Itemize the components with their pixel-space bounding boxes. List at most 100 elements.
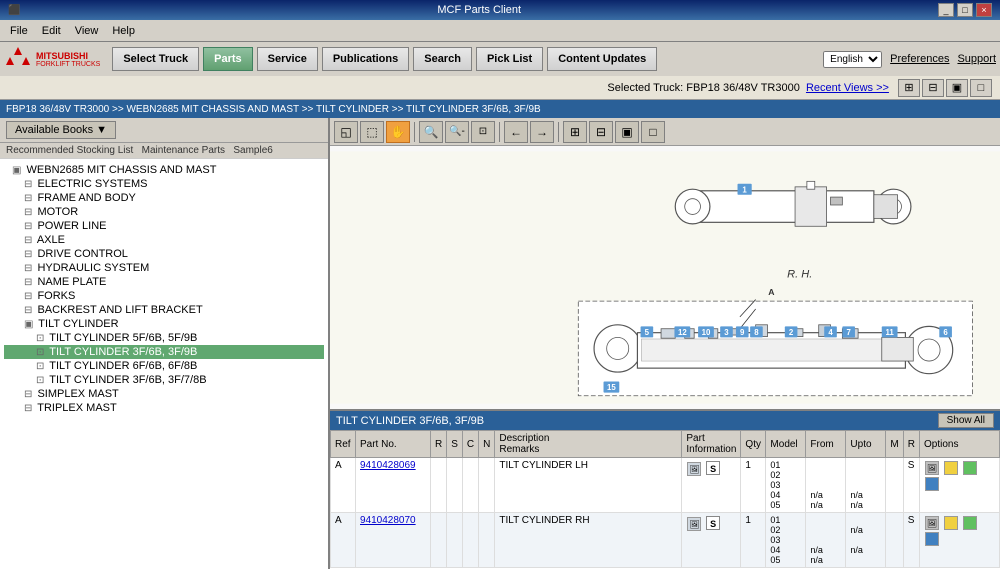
- option-green-btn[interactable]: [963, 516, 977, 530]
- diag-zoom-fit-btn[interactable]: ⊡: [471, 121, 495, 143]
- tree-item-axle[interactable]: ⊟ AXLE: [4, 233, 324, 247]
- col-upto: Upto: [846, 431, 886, 458]
- diag-forward-btn[interactable]: →: [530, 121, 554, 143]
- view-btn-2[interactable]: ⊟: [922, 79, 944, 97]
- cell-options[interactable]: 🖼: [920, 458, 1000, 513]
- diag-select-btn[interactable]: ◱: [334, 121, 358, 143]
- select-truck-button[interactable]: Select Truck: [112, 47, 199, 71]
- pick-list-button[interactable]: Pick List: [476, 47, 543, 71]
- tab-maintenance[interactable]: Maintenance Parts: [142, 145, 225, 156]
- maximize-button[interactable]: □: [957, 3, 973, 17]
- option-blue-btn[interactable]: [925, 477, 939, 491]
- diag-separator-3: [558, 122, 559, 142]
- col-qty: Qty: [741, 431, 766, 458]
- diag-zoom-in-btn[interactable]: 🔍: [419, 121, 443, 143]
- tree-item-tiltcyl1[interactable]: ⊡ TILT CYLINDER 5F/6B, 5F/9B: [4, 331, 324, 345]
- tab-recommended[interactable]: Recommended Stocking List: [6, 145, 133, 156]
- part-info-s-badge[interactable]: S: [706, 516, 720, 530]
- col-s: S: [447, 431, 463, 458]
- publications-button[interactable]: Publications: [322, 47, 409, 71]
- cell-model: 0102030405: [766, 458, 806, 513]
- part-info-img-icon[interactable]: 🖼: [687, 462, 701, 476]
- cell-upto: n/an/a: [846, 513, 886, 568]
- col-partinfo: PartInformation: [682, 431, 741, 458]
- main-area: Available Books ▼ Recommended Stocking L…: [0, 118, 1000, 569]
- tree-item-powerline[interactable]: ⊟ POWER LINE: [4, 219, 324, 233]
- diagram-toolbar: ◱ ⬚ ✋ 🔍 🔍- ⊡ ← → ⊞ ⊟ ▣ □: [330, 118, 1000, 146]
- diag-hand-btn[interactable]: ✋: [386, 121, 410, 143]
- show-all-button[interactable]: Show All: [938, 413, 994, 428]
- support-link[interactable]: Support: [957, 53, 996, 65]
- cell-desc: TILT CYLINDER LH: [495, 458, 682, 513]
- cell-partno[interactable]: 9410428069: [356, 458, 431, 513]
- menu-item-help[interactable]: Help: [106, 23, 141, 39]
- tree-item-simplex[interactable]: ⊟ SIMPLEX MAST: [4, 387, 324, 401]
- tree-item-motor[interactable]: ⊟ MOTOR: [4, 205, 324, 219]
- tree-item-drive[interactable]: ⊟ DRIVE CONTROL: [4, 247, 324, 261]
- tree-item-triplex[interactable]: ⊟ TRIPLEX MAST: [4, 401, 324, 415]
- content-updates-button[interactable]: Content Updates: [547, 47, 657, 71]
- brand-name: MITSUBISHI: [36, 51, 100, 61]
- cell-partinfo[interactable]: 🖼 S: [682, 513, 741, 568]
- close-button[interactable]: ×: [976, 3, 992, 17]
- right-nav: English Preferences Support: [823, 51, 996, 68]
- tree-item-forks[interactable]: ⊟ FORKS: [4, 289, 324, 303]
- search-button[interactable]: Search: [413, 47, 472, 71]
- option-img-btn[interactable]: 🖼: [925, 461, 939, 475]
- view-btn-3[interactable]: ▣: [946, 79, 968, 97]
- cell-options[interactable]: 🖼: [920, 513, 1000, 568]
- minimize-button[interactable]: _: [938, 3, 954, 17]
- cell-upto: n/an/a: [846, 458, 886, 513]
- cell-m: [886, 513, 903, 568]
- tree-item-electric[interactable]: ⊟ ELECTRIC SYSTEMS: [4, 177, 324, 191]
- diag-separator-1: [414, 122, 415, 142]
- option-blue-btn[interactable]: [925, 532, 939, 546]
- recent-views-link[interactable]: Recent Views >>: [806, 82, 889, 94]
- tree-item-tiltcyl[interactable]: ▣ TILT CYLINDER: [4, 317, 324, 331]
- cell-from: n/an/a: [806, 513, 846, 568]
- svg-text:1: 1: [742, 185, 747, 194]
- language-select[interactable]: English: [823, 51, 882, 68]
- parts-button[interactable]: Parts: [203, 47, 253, 71]
- menu-item-edit[interactable]: Edit: [36, 23, 67, 39]
- cell-n: [479, 458, 495, 513]
- diag-back-btn[interactable]: ←: [504, 121, 528, 143]
- service-button[interactable]: Service: [257, 47, 318, 71]
- tree-item-nameplate[interactable]: ⊟ NAME PLATE: [4, 275, 324, 289]
- parts-table-container[interactable]: Ref Part No. R S C N DescriptionRemarks …: [330, 430, 1000, 569]
- view-btn-1[interactable]: ⊞: [898, 79, 920, 97]
- part-info-img-icon[interactable]: 🖼: [687, 517, 701, 531]
- available-books-button[interactable]: Available Books ▼: [6, 121, 116, 139]
- cell-partno[interactable]: 9410428070: [356, 513, 431, 568]
- tree-item-backrest[interactable]: ⊟ BACKREST AND LIFT BRACKET: [4, 303, 324, 317]
- svg-text:3: 3: [724, 328, 729, 337]
- tab-sample[interactable]: Sample6: [233, 145, 272, 156]
- diag-view1-btn[interactable]: ⊞: [563, 121, 587, 143]
- diag-view2-btn[interactable]: ⊟: [589, 121, 613, 143]
- col-r: R: [431, 431, 447, 458]
- tree-item-tiltcyl2[interactable]: ⊡ TILT CYLINDER 3F/6B, 3F/9B: [4, 345, 324, 359]
- option-img-btn[interactable]: 🖼: [925, 516, 939, 530]
- menu-item-view[interactable]: View: [69, 23, 105, 39]
- diag-view3-btn[interactable]: ▣: [615, 121, 639, 143]
- option-green-btn[interactable]: [963, 461, 977, 475]
- option-yellow-btn[interactable]: [944, 516, 958, 530]
- menu-item-file[interactable]: File: [4, 23, 34, 39]
- preferences-link[interactable]: Preferences: [890, 53, 949, 65]
- tree-item-tiltcyl4[interactable]: ⊡ TILT CYLINDER 3F/6B, 3F/7/8B: [4, 373, 324, 387]
- part-info-s-badge[interactable]: S: [706, 461, 720, 475]
- svg-text:9: 9: [740, 328, 745, 337]
- option-yellow-btn[interactable]: [944, 461, 958, 475]
- cell-n: [479, 513, 495, 568]
- tree-item-hydraulic[interactable]: ⊟ HYDRAULIC SYSTEM: [4, 261, 324, 275]
- window-controls[interactable]: _ □ ×: [938, 3, 992, 17]
- tree-item-webn2685[interactable]: ▣ WEBN2685 MIT CHASSIS AND MAST: [4, 163, 324, 177]
- tree-item-tiltcyl3[interactable]: ⊡ TILT CYLINDER 6F/6B, 6F/8B: [4, 359, 324, 373]
- cell-mr: S: [903, 513, 919, 568]
- diag-view4-btn[interactable]: □: [641, 121, 665, 143]
- tree-item-frame[interactable]: ⊟ FRAME AND BODY: [4, 191, 324, 205]
- view-btn-4[interactable]: □: [970, 79, 992, 97]
- diag-zoom-out-btn[interactable]: 🔍-: [445, 121, 469, 143]
- diag-pan-btn[interactable]: ⬚: [360, 121, 384, 143]
- cell-partinfo[interactable]: 🖼 S: [682, 458, 741, 513]
